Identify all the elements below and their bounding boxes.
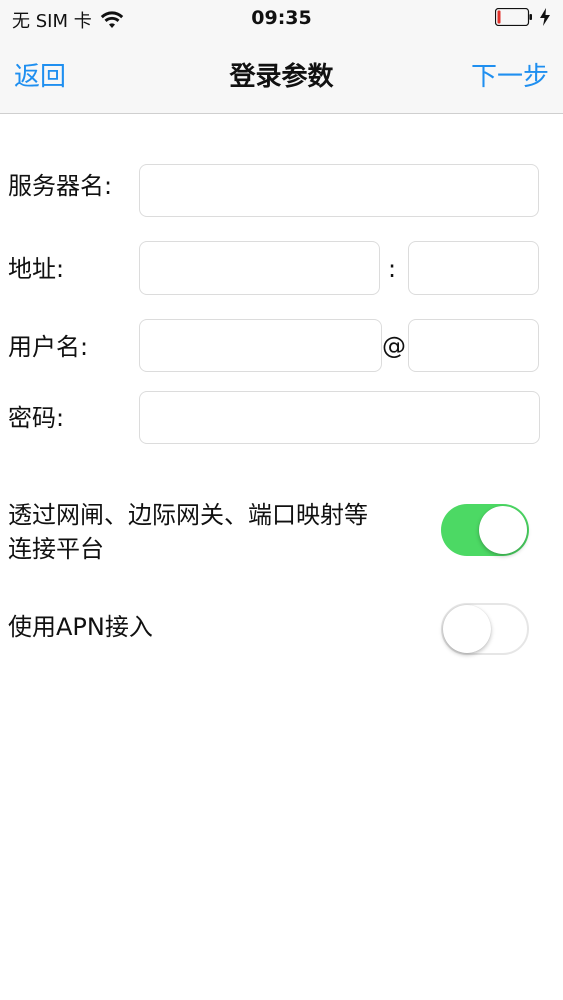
apn-access-toggle[interactable] (441, 603, 529, 655)
username-input[interactable] (139, 319, 382, 372)
status-right (494, 7, 551, 27)
password-input[interactable] (139, 391, 540, 444)
password-label: 密码: (8, 404, 65, 432)
charging-bolt-icon (539, 8, 551, 26)
server-name-label: 服务器名: (8, 172, 113, 200)
port-input[interactable] (408, 241, 539, 295)
toggle-knob (479, 506, 527, 554)
gateway-connect-label: 透过网闸、边际网关、端口映射等连接平台 (8, 501, 368, 563)
status-bar: 无 SIM 卡 09:35 (0, 0, 563, 40)
battery-icon (494, 7, 533, 27)
address-input[interactable] (139, 241, 380, 295)
username-label: 用户名: (8, 333, 89, 361)
apn-access-label: 使用APN接入 (8, 613, 153, 641)
toggle-knob (443, 605, 491, 653)
port-separator: : (388, 255, 397, 283)
domain-separator: @ (382, 332, 406, 360)
gateway-connect-toggle[interactable] (441, 504, 529, 556)
status-time: 09:35 (251, 7, 312, 29)
address-label: 地址: (8, 255, 65, 283)
domain-input[interactable] (408, 319, 539, 372)
next-step-button[interactable]: 下一步 (471, 56, 549, 93)
server-name-input[interactable] (139, 164, 539, 217)
navigation-bar: 返回 登录参数 下一步 (0, 40, 563, 114)
